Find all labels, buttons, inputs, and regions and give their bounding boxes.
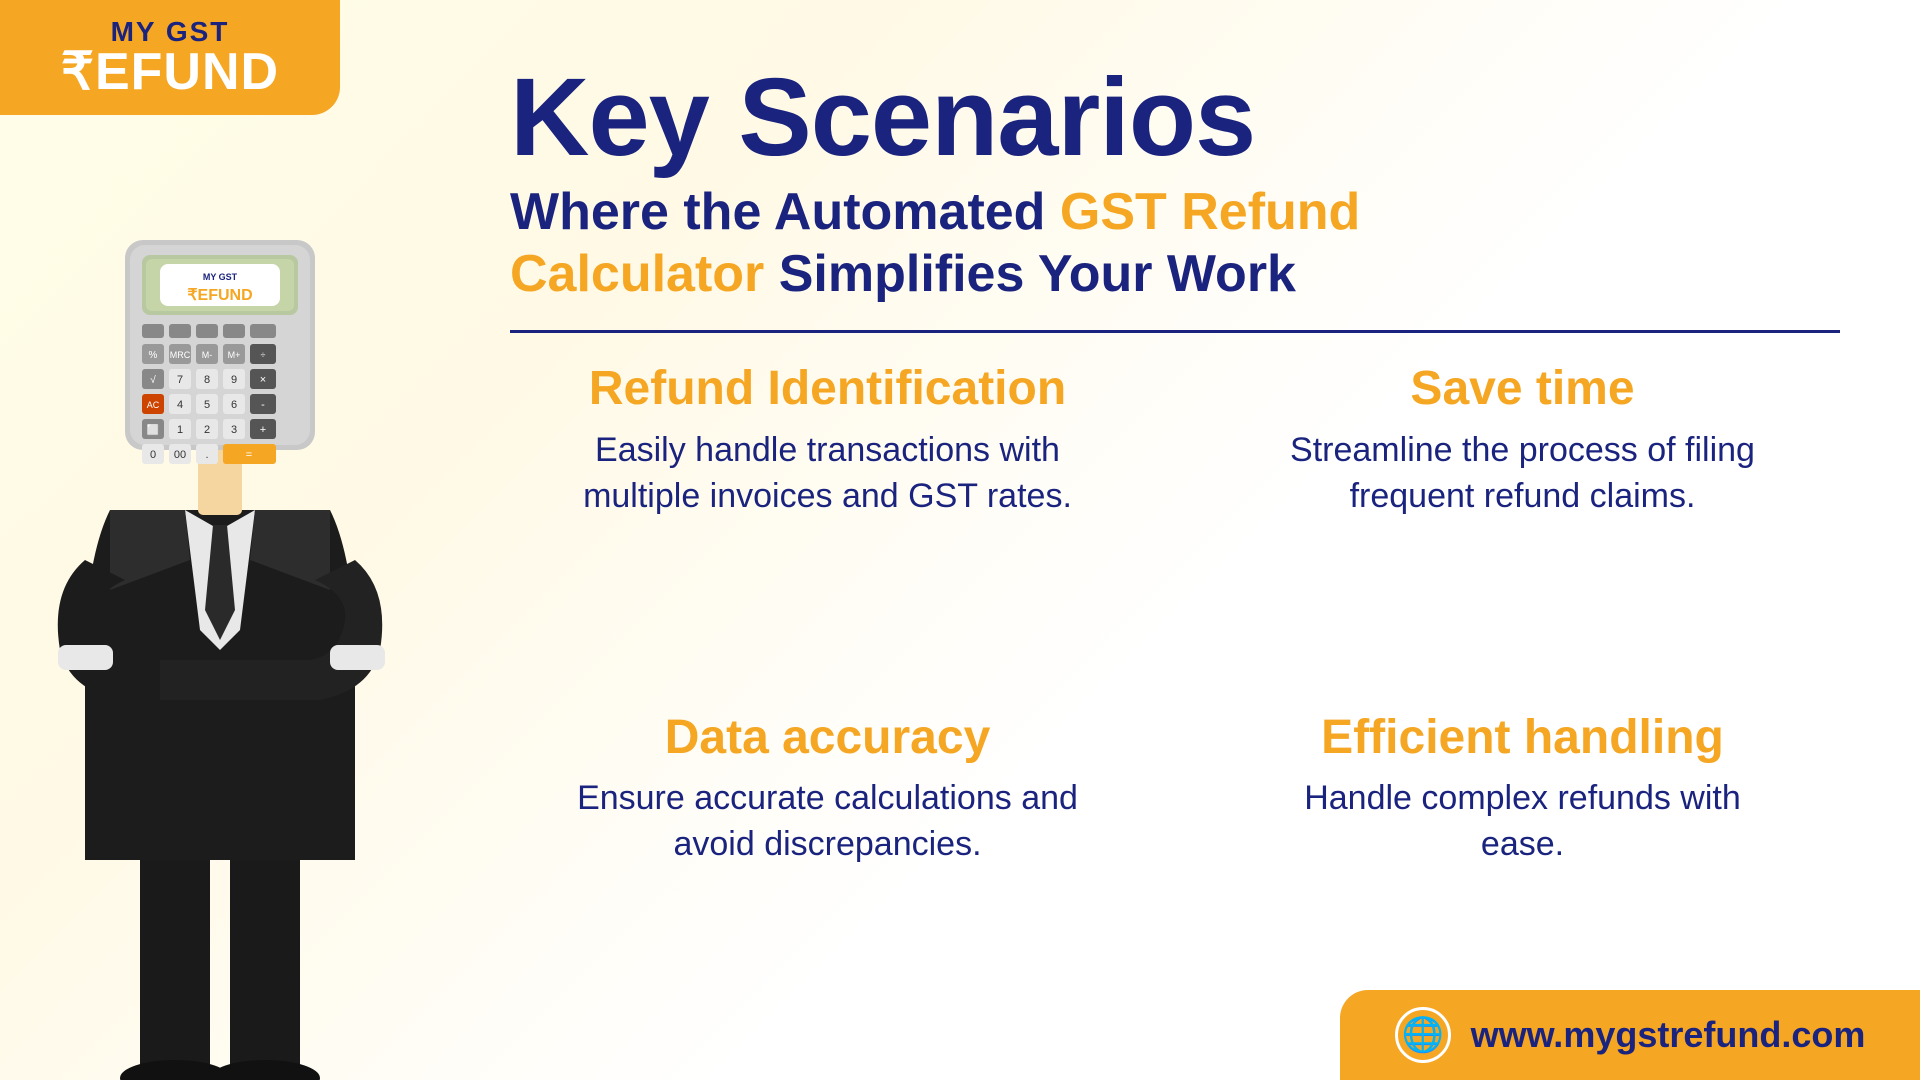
svg-text:5: 5 — [204, 399, 210, 411]
subtitle-part1: Where the Automated — [510, 183, 1060, 241]
svg-text:2: 2 — [204, 424, 210, 436]
scenario-save-time: Save time Streamline the process of fili… — [1205, 363, 1840, 691]
svg-text:-: - — [261, 399, 265, 411]
divider — [510, 330, 1840, 333]
subtitle-orange1: GST Refund — [1060, 183, 1360, 241]
svg-text:=: = — [246, 449, 252, 461]
svg-text:⬜: ⬜ — [147, 423, 159, 436]
svg-text:MY GST: MY GST — [203, 272, 238, 282]
subtitle: Where the Automated GST Refund Calculato… — [510, 181, 1840, 306]
scenarios-grid: Refund Identification Easily handle tran… — [510, 363, 1840, 1040]
scenario-2-title: Save time — [1410, 363, 1634, 416]
svg-text:M-: M- — [202, 350, 213, 360]
logo-refund: ₹EFUND — [61, 46, 279, 98]
scenario-4-desc: Handle complex refunds with ease. — [1263, 776, 1783, 868]
logo-my-gst: MY GST — [111, 18, 230, 46]
svg-text:4: 4 — [177, 399, 183, 411]
scenario-1-title: Refund Identification — [589, 363, 1066, 416]
svg-text:6: 6 — [231, 399, 237, 411]
scenario-3-desc: Ensure accurate calculations and avoid d… — [568, 776, 1088, 868]
scenario-3-title: Data accuracy — [665, 712, 991, 765]
subtitle-orange2: Calculator — [510, 245, 764, 303]
svg-text:1: 1 — [177, 424, 183, 436]
scenario-data-accuracy: Data accuracy Ensure accurate calculatio… — [510, 712, 1145, 1040]
svg-text:0: 0 — [150, 449, 156, 461]
main-content: Key Scenarios Where the Automated GST Re… — [450, 0, 1920, 1080]
svg-text:×: × — [260, 374, 266, 386]
svg-text:÷: ÷ — [261, 350, 266, 360]
svg-text:%: % — [149, 350, 158, 361]
globe-icon: 🌐 — [1395, 1007, 1451, 1063]
footer-bar: 🌐 www.mygstrefund.com — [1340, 990, 1920, 1080]
svg-text:7: 7 — [177, 374, 183, 386]
website-url: www.mygstrefund.com — [1471, 1014, 1866, 1056]
subtitle-part2: Simplifies Your Work — [764, 245, 1296, 303]
svg-text:√: √ — [150, 374, 156, 386]
svg-text:M+: M+ — [228, 350, 241, 360]
scenario-4-title: Efficient handling — [1321, 712, 1724, 765]
scenario-refund-identification: Refund Identification Easily handle tran… — [510, 363, 1145, 691]
scenario-1-desc: Easily handle transactions with multiple… — [568, 428, 1088, 520]
svg-text:9: 9 — [231, 374, 237, 386]
person-figure: MY GST ₹EFUND % MRC M- M+ ÷ √ 7 — [30, 130, 410, 1080]
svg-text:₹EFUND: ₹EFUND — [187, 287, 252, 304]
svg-text:.: . — [205, 449, 208, 461]
svg-text:3: 3 — [231, 424, 237, 436]
svg-text:00: 00 — [174, 449, 186, 461]
svg-text:AC: AC — [147, 400, 160, 410]
svg-text:MRC: MRC — [170, 350, 191, 360]
svg-text:+: + — [260, 424, 266, 436]
scenario-2-desc: Streamline the process of filing frequen… — [1263, 428, 1783, 520]
page-title: Key Scenarios — [510, 60, 1840, 176]
svg-text:8: 8 — [204, 374, 210, 386]
logo-badge: MY GST ₹EFUND — [0, 0, 340, 115]
hero-image: MY GST ₹EFUND % MRC M- M+ ÷ √ 7 — [0, 120, 440, 1080]
